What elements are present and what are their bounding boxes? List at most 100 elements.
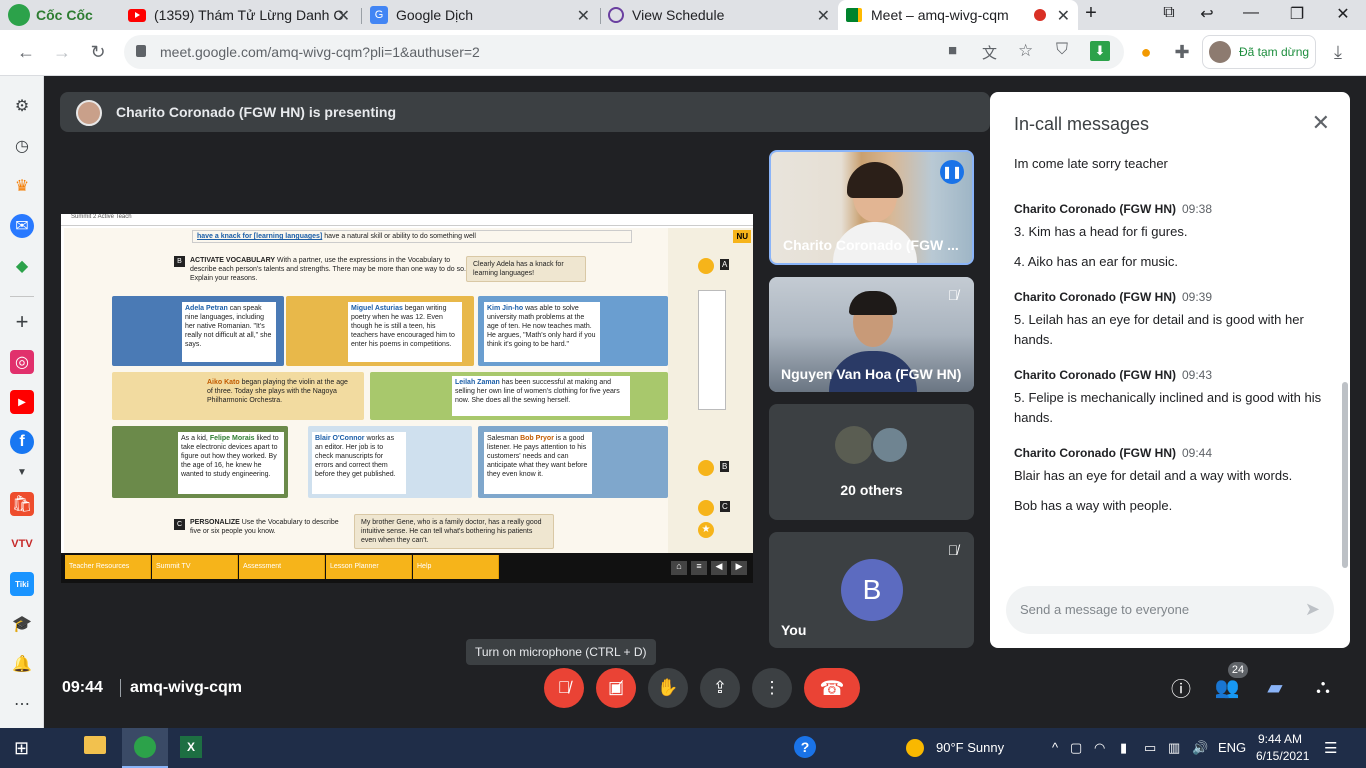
previous-page-icon[interactable]: ◀ — [711, 561, 727, 575]
vocab-line: have a knack for [learning languages] ha… — [192, 230, 632, 243]
gamepad-icon[interactable]: ◆ — [10, 254, 34, 278]
chevron-down-icon[interactable]: ▼ — [10, 460, 34, 484]
reload-icon[interactable]: ↻ — [86, 42, 110, 63]
chat-scrollbar[interactable] — [1342, 382, 1348, 568]
add-icon[interactable]: + — [10, 309, 34, 334]
meet-tray-icon[interactable]: ▢ — [1070, 740, 1082, 756]
download-icon[interactable]: ⬇ — [1090, 41, 1110, 61]
participant-tile-nguyen[interactable]: 🎙̸ Nguyen Van Hoa (FGW HN) — [769, 277, 974, 392]
play-audio-icon[interactable] — [698, 500, 714, 516]
address-bar[interactable]: meet.google.com/amq-wivg-cqm?pli=1&authu… — [124, 35, 1124, 69]
message-list[interactable]: Im come late sorry teacher Charito Coron… — [1014, 158, 1324, 568]
crown-icon[interactable]: ♛ — [10, 174, 34, 198]
translate-icon[interactable]: 文 — [982, 42, 997, 63]
more-icon[interactable]: ⋯ — [10, 692, 34, 716]
youtube-icon[interactable]: ▶ — [10, 390, 34, 414]
graduation-icon[interactable]: 🎓 — [10, 612, 34, 636]
home-icon[interactable]: ⌂ — [671, 561, 687, 575]
tab-meet[interactable]: Meet – amq-wivg-cqm ✕ — [838, 0, 1078, 30]
assessment-button[interactable]: Assessment — [239, 555, 325, 579]
close-tab-icon[interactable]: ✕ — [1057, 6, 1070, 26]
meeting-details-button[interactable]: ⓘ — [1168, 674, 1194, 701]
menu-list-icon[interactable]: ≡ — [691, 561, 707, 575]
coccoc-taskbar-icon[interactable] — [134, 736, 156, 758]
history-icon[interactable]: ◷ — [10, 134, 34, 158]
profile-button[interactable]: Đã tạm dừng — [1202, 35, 1316, 69]
notification-bell-icon[interactable]: 🔔 — [10, 652, 34, 676]
play-audio-icon[interactable] — [698, 258, 714, 274]
maximize-icon[interactable]: ❐ — [1282, 4, 1312, 24]
chevron-up-icon[interactable]: ^ — [1052, 740, 1058, 755]
lesson-planner-button[interactable]: Lesson Planner — [326, 555, 412, 579]
info-icon: ⓘ — [1171, 678, 1191, 701]
volume-icon[interactable]: 🔊 — [1192, 740, 1208, 756]
chat-button[interactable]: ▰ — [1262, 674, 1288, 700]
minimize-icon[interactable]: — — [1236, 4, 1266, 22]
tab-view-schedule[interactable]: View Schedule ✕ — [600, 0, 838, 30]
tiki-icon[interactable]: Tiki — [10, 572, 34, 596]
camera-blocked-icon[interactable]: ■ — [948, 42, 957, 59]
windows-start-icon[interactable]: ⊞ — [14, 738, 29, 759]
shopee-icon[interactable]: 🛍 — [10, 492, 34, 516]
tab-search-icon[interactable]: ⧉ — [1154, 4, 1184, 22]
microphone-toggle-button[interactable]: 🎙̸ — [544, 668, 584, 708]
close-tab-icon[interactable]: ✕ — [577, 6, 590, 26]
camera-toggle-button[interactable]: ▣̸ — [596, 668, 636, 708]
extension-warning-icon[interactable]: ● — [1134, 42, 1158, 63]
present-screen-button[interactable]: ⇪ — [700, 668, 740, 708]
message-input[interactable]: Send a message to everyone ➤ — [1006, 586, 1334, 634]
participant-tile-others[interactable]: 20 others — [769, 404, 974, 520]
wifi-icon[interactable]: ◠ — [1094, 740, 1105, 756]
extensions-puzzle-icon[interactable]: ✚ — [1170, 42, 1194, 63]
notifications-icon[interactable]: ☰ — [1324, 739, 1337, 757]
annotation-tools[interactable] — [698, 290, 726, 410]
downloads-icon[interactable]: ⤓ — [1326, 42, 1350, 63]
tab-google-translate[interactable]: G Google Dịch ✕ — [362, 0, 598, 30]
participant-tile-presenter[interactable]: ❚❚ Charito Coronado (FGW ... — [769, 150, 974, 265]
summit-tv-button[interactable]: Summit TV — [152, 555, 238, 579]
tab-youtube[interactable]: (1359) Thám Tử Lừng Danh C ✕ — [120, 0, 358, 30]
help-button[interactable]: Help — [413, 555, 499, 579]
file-explorer-icon[interactable] — [84, 736, 106, 754]
back-to-tab-icon[interactable]: ↩ — [1192, 4, 1222, 24]
input-language[interactable]: ENG — [1218, 740, 1246, 755]
instagram-icon[interactable]: ◎ — [10, 350, 34, 374]
tab-coccoc[interactable]: Cốc Cốc — [0, 0, 112, 30]
settings-gear-icon[interactable]: ⚙ — [10, 94, 34, 118]
microphone-tray-icon[interactable]: ▮ — [1120, 740, 1127, 756]
excel-icon[interactable]: X — [180, 736, 202, 758]
messenger-icon[interactable]: ✉ — [10, 214, 34, 238]
taskbar-time[interactable]: 9:44 AM — [1258, 732, 1302, 746]
teacher-resources-button[interactable]: Teacher Resources — [65, 555, 151, 579]
new-tab-icon[interactable]: + — [1076, 2, 1106, 25]
network-icon[interactable]: ▥ — [1168, 740, 1180, 756]
close-tab-icon[interactable]: ✕ — [337, 6, 350, 26]
bookmark-star-icon[interactable]: ☆ — [1018, 41, 1033, 61]
weather-text[interactable]: 90°F Sunny — [936, 740, 1004, 755]
raise-hand-button[interactable]: ✋ — [648, 668, 688, 708]
activities-button[interactable]: ⛬ — [1310, 674, 1336, 700]
shield-icon[interactable]: ⛉ — [1056, 41, 1068, 59]
back-icon[interactable]: ← — [14, 42, 38, 63]
close-window-icon[interactable]: ✕ — [1328, 4, 1358, 24]
battery-icon[interactable]: ▭ — [1144, 740, 1156, 756]
lock-icon — [136, 45, 146, 57]
next-page-icon[interactable]: ▶ — [731, 561, 747, 575]
help-icon[interactable]: ? — [794, 736, 816, 758]
more-options-button[interactable]: ⋮ — [752, 668, 792, 708]
send-icon[interactable]: ➤ — [1305, 599, 1320, 620]
participant-tile-self[interactable]: B 🎙̸ You — [769, 532, 974, 648]
close-tab-icon[interactable]: ✕ — [817, 6, 830, 26]
meeting-code: amq-wivg-cqm — [130, 679, 243, 696]
url-text[interactable]: meet.google.com/amq-wivg-cqm?pli=1&authu… — [160, 44, 480, 60]
facebook-icon[interactable]: f — [10, 430, 34, 454]
play-audio-icon[interactable] — [698, 460, 714, 476]
forward-icon[interactable]: → — [50, 42, 74, 63]
vtv-go-icon[interactable]: VTV — [10, 532, 34, 556]
taskbar-date[interactable]: 6/15/2021 — [1256, 749, 1309, 763]
in-call-messages-panel: In-call messages ✕ Im come late sorry te… — [990, 92, 1350, 648]
close-icon[interactable]: ✕ — [1312, 110, 1330, 136]
star-icon[interactable]: ★ — [698, 522, 714, 538]
avatar — [871, 426, 909, 464]
leave-call-button[interactable]: ☎ — [804, 668, 860, 708]
